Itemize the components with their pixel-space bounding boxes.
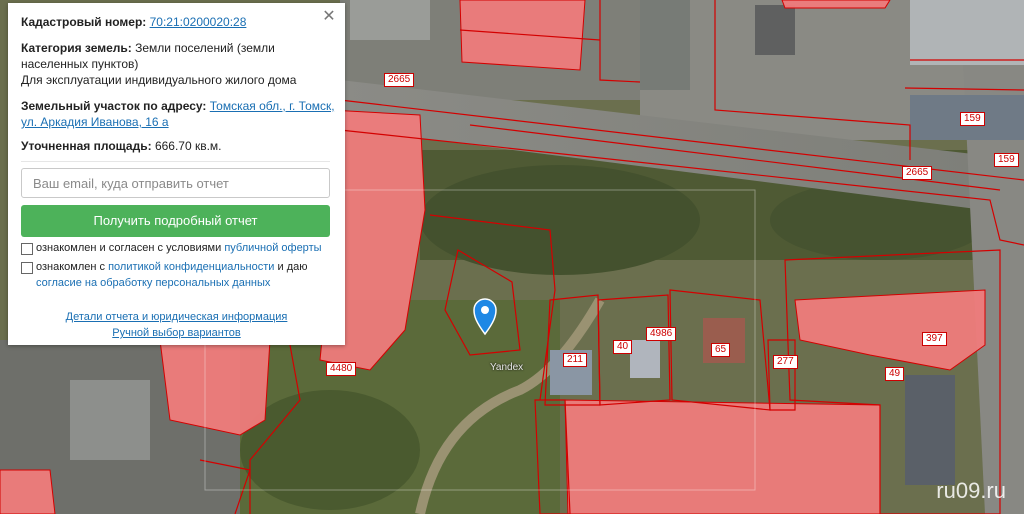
privacy-consent-text: ознакомлен с политикой конфиденциальност… bbox=[36, 259, 336, 291]
cadastral-number-link[interactable]: 70:21:0200020:28 bbox=[150, 15, 247, 29]
get-report-button[interactable]: Получить подробный отчет bbox=[21, 205, 330, 237]
area-value: 666.70 кв.м. bbox=[154, 139, 222, 153]
map-label-4986: 4986 bbox=[646, 327, 677, 341]
map-label-397: 397 bbox=[922, 332, 947, 346]
public-offer-link[interactable]: публичной оферты bbox=[224, 242, 321, 254]
map-label-211: 211 bbox=[563, 353, 587, 367]
close-icon[interactable]: ✕ bbox=[321, 9, 337, 25]
cadastral-label: Кадастровый номер: bbox=[21, 15, 147, 29]
address-row: Земельный участок по адресу: Томская обл… bbox=[21, 98, 335, 130]
map-label-2665: 2665 bbox=[384, 73, 415, 87]
offer-consent-checkbox[interactable] bbox=[21, 243, 33, 255]
divider bbox=[21, 161, 330, 162]
map-label-40: 40 bbox=[613, 340, 633, 354]
map-label-49: 49 bbox=[885, 367, 905, 381]
privacy-policy-link[interactable]: политикой конфиденциальности bbox=[108, 261, 274, 273]
privacy-consent-checkbox[interactable] bbox=[21, 262, 33, 274]
area-label: Уточненная площадь: bbox=[21, 139, 152, 153]
map-label-159: 159 bbox=[960, 112, 985, 126]
address-link[interactable]: Томская обл., г. Томск, bbox=[210, 99, 335, 113]
personal-data-consent-link[interactable]: согласие на обработку персональных данны… bbox=[36, 277, 270, 289]
consent-label: ознакомлен и согласен с условиями bbox=[36, 242, 222, 254]
address-label: Земельный участок по адресу: bbox=[21, 99, 207, 113]
map-label-277: 277 bbox=[773, 355, 798, 369]
consent-label: и даю bbox=[277, 261, 308, 273]
manual-select-row: Ручной выбор вариантов bbox=[8, 327, 345, 339]
offer-consent-text: ознакомлен и согласен с условиями публич… bbox=[36, 240, 322, 256]
usage-value: Для эксплуатации индивидуального жилого … bbox=[21, 73, 297, 87]
email-field[interactable] bbox=[21, 168, 330, 198]
category-value: Земли поселений (земли bbox=[135, 41, 275, 55]
yandex-attribution: Yandex bbox=[490, 362, 524, 373]
report-details-row: Детали отчета и юридическая информация bbox=[8, 311, 345, 323]
map-label-65: 65 bbox=[711, 343, 731, 357]
map-label-159: 159 bbox=[994, 153, 1019, 167]
map-label-4480: 4480 bbox=[326, 362, 357, 376]
watermark: ru09.ru bbox=[936, 478, 1006, 503]
area-row: Уточненная площадь: 666.70 кв.м. bbox=[21, 138, 222, 154]
cadastral-number-row: Кадастровый номер: 70:21:0200020:28 bbox=[21, 14, 246, 30]
category-label: Категория земель: bbox=[21, 41, 132, 55]
map-label-2665: 2665 bbox=[902, 166, 933, 180]
consent-label: ознакомлен с bbox=[36, 261, 106, 273]
manual-select-link[interactable]: Ручной выбор вариантов bbox=[112, 327, 240, 339]
report-details-link[interactable]: Детали отчета и юридическая информация bbox=[66, 311, 288, 323]
address-link-cont[interactable]: ул. Аркадия Иванова, 16 а bbox=[21, 115, 169, 129]
land-category-row: Категория земель: Земли поселений (земли… bbox=[21, 40, 296, 88]
cadastral-info-panel: ✕ Кадастровый номер: 70:21:0200020:28 Ка… bbox=[8, 3, 345, 345]
category-value-cont: населенных пунктов) bbox=[21, 57, 139, 71]
